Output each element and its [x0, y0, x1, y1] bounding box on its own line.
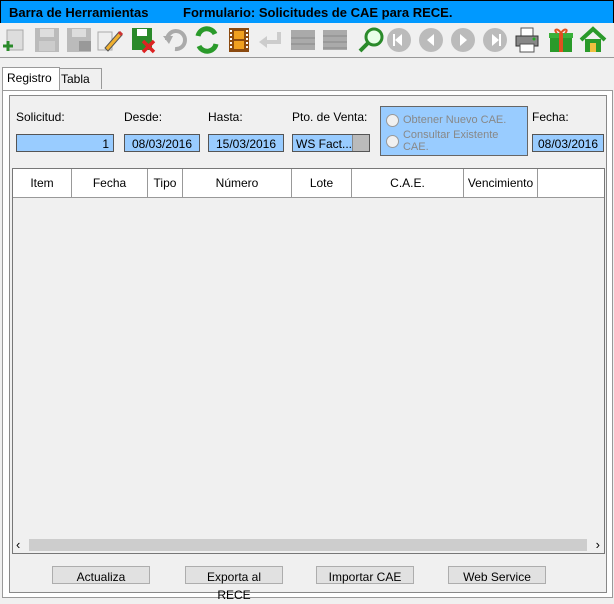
- registro-panel: Solicitud: 1 Desde: 08/03/2016 Hasta: 15…: [2, 90, 613, 602]
- desde-field[interactable]: 08/03/2016: [124, 134, 200, 152]
- home-button[interactable]: [578, 25, 608, 55]
- col-tipo[interactable]: Tipo: [148, 169, 183, 197]
- printer-icon: [515, 27, 539, 53]
- col-vencimiento[interactable]: Vencimiento: [464, 169, 538, 197]
- web-service-button[interactable]: Web Service: [448, 566, 546, 584]
- save-as-icon: [67, 28, 91, 52]
- radio-consultar-label: Consultar Existente CAE.: [402, 129, 499, 153]
- solicitud-field[interactable]: 1: [16, 134, 114, 152]
- dropdown-arrow-icon[interactable]: [352, 135, 369, 151]
- refresh-button[interactable]: [192, 25, 222, 55]
- save-icon: [35, 28, 59, 52]
- col-cae[interactable]: C.A.E.: [352, 169, 464, 197]
- importar-cae-button[interactable]: Importar CAE: [316, 566, 414, 584]
- return-arrow-icon: [259, 32, 281, 48]
- previous-record-button[interactable]: [416, 25, 446, 55]
- search-button[interactable]: [356, 25, 386, 55]
- print-button[interactable]: [512, 25, 542, 55]
- fecha-label: Fecha:: [532, 110, 569, 124]
- radio-obtener-label: Obtener Nuevo CAE.: [403, 114, 507, 126]
- next-record-icon: [451, 28, 475, 52]
- save-button[interactable]: [32, 25, 62, 55]
- tab-tabla[interactable]: Tabla: [56, 68, 102, 89]
- radio-button-icon: [386, 113, 399, 127]
- col-partial[interactable]: O: [538, 169, 604, 197]
- pto-venta-select[interactable]: WS Fact...: [292, 134, 370, 152]
- home-icon: [579, 26, 607, 52]
- gift-icon: [549, 28, 573, 52]
- list-icon: [323, 30, 347, 50]
- save-as-button[interactable]: [64, 25, 94, 55]
- desde-label: Desde:: [124, 110, 163, 124]
- form-title: Formulario: Solicitudes de CAE para RECE…: [183, 5, 453, 20]
- return-button[interactable]: [256, 25, 286, 55]
- exporta-rece-button[interactable]: Exporta al RECE: [185, 566, 283, 602]
- edit-pencil-icon: [97, 30, 123, 52]
- window-titlebar: Barra de Herramientas Formulario: Solici…: [0, 0, 614, 24]
- actualiza-button[interactable]: Actualiza: [52, 566, 150, 584]
- fecha-field[interactable]: 08/03/2016: [532, 134, 604, 152]
- delete-record-icon: [132, 28, 156, 54]
- edit-button[interactable]: [94, 25, 124, 55]
- solicitudes-grid[interactable]: Item Fecha Tipo Número Lote C.A.E. Venci…: [12, 168, 605, 554]
- cae-mode-group: Obtener Nuevo CAE. Consultar Existente C…: [380, 106, 528, 156]
- hasta-label: Hasta:: [208, 110, 243, 124]
- radio-consultar-existente[interactable]: Consultar Existente CAE.: [386, 129, 527, 153]
- tab-registro[interactable]: Registro: [2, 67, 60, 90]
- first-record-button[interactable]: [384, 25, 414, 55]
- scroll-right-icon[interactable]: ›: [596, 537, 600, 552]
- toolbar: [0, 23, 614, 58]
- hasta-field[interactable]: 15/03/2016: [208, 134, 284, 152]
- col-fecha[interactable]: Fecha: [72, 169, 148, 197]
- list-view-button[interactable]: [320, 25, 350, 55]
- pto-venta-label: Pto. de Venta:: [292, 110, 368, 124]
- first-record-icon: [387, 28, 411, 52]
- previous-record-icon: [419, 28, 443, 52]
- col-numero[interactable]: Número: [183, 169, 292, 197]
- radio-button-icon: [386, 134, 399, 148]
- registro-form: Solicitud: 1 Desde: 08/03/2016 Hasta: 15…: [9, 95, 607, 602]
- next-record-button[interactable]: [448, 25, 478, 55]
- last-record-icon: [483, 28, 507, 52]
- solicitud-label: Solicitud:: [16, 110, 65, 124]
- horizontal-scrollbar[interactable]: ‹ ›: [13, 537, 604, 553]
- grid-icon: [291, 30, 315, 50]
- add-button[interactable]: [0, 25, 30, 55]
- scroll-thumb[interactable]: [29, 539, 587, 551]
- refresh-icon: [195, 26, 219, 54]
- delete-record-button[interactable]: [128, 25, 158, 55]
- film-button[interactable]: [224, 25, 254, 55]
- col-lote[interactable]: Lote: [292, 169, 352, 197]
- search-icon: [358, 27, 384, 53]
- pto-venta-value: WS Fact...: [296, 137, 353, 151]
- toolbar-title: Barra de Herramientas: [9, 5, 149, 20]
- add-icon: [3, 29, 24, 51]
- grid-header: Item Fecha Tipo Número Lote C.A.E. Venci…: [13, 169, 604, 198]
- last-record-button[interactable]: [480, 25, 510, 55]
- undo-button[interactable]: [160, 25, 190, 55]
- radio-obtener-nuevo[interactable]: Obtener Nuevo CAE.: [386, 111, 506, 129]
- scroll-left-icon[interactable]: ‹: [16, 537, 20, 552]
- grid-view-button[interactable]: [288, 25, 318, 55]
- col-item[interactable]: Item: [13, 169, 72, 197]
- film-icon: [229, 28, 249, 52]
- gift-button[interactable]: [546, 25, 576, 55]
- undo-icon: [163, 29, 187, 52]
